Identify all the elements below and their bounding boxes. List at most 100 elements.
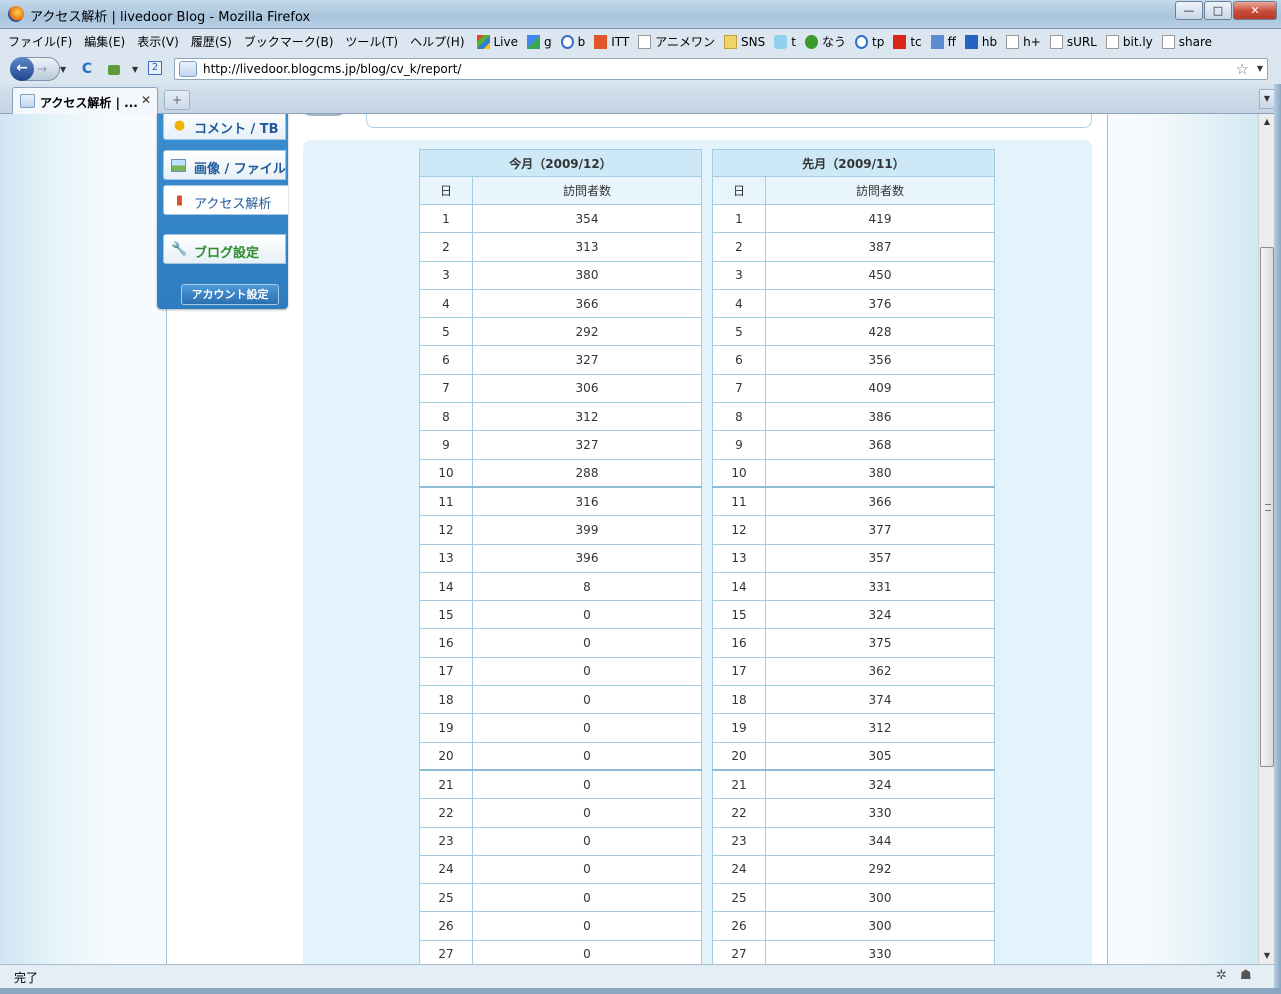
menu-history[interactable]: 履歴(S): [191, 33, 232, 50]
table-row: 15 324: [712, 600, 995, 630]
bookmark-share[interactable]: share: [1161, 34, 1212, 49]
close-window-button[interactable]: ✕: [1233, 1, 1277, 20]
menu-edit[interactable]: 編集(E): [84, 33, 125, 50]
toolbar-dropdown-icon[interactable]: ▼: [132, 65, 138, 74]
table-row: 21 0: [419, 769, 702, 800]
bookmark-star-icon[interactable]: ☆: [1236, 60, 1249, 78]
menu-bar: ファイル(F) 編集(E) 表示(V) 履歴(S) ブックマーク(B) ツール(…: [0, 29, 1281, 54]
sidebar-item-blog-settings[interactable]: 🔧 ブログ設定: [163, 234, 286, 264]
address-bar[interactable]: ☆ ▼: [174, 58, 1268, 80]
table-row: 23 0: [419, 826, 702, 856]
minimize-button[interactable]: —: [1175, 1, 1203, 20]
bookmark-t[interactable]: t: [774, 34, 796, 49]
table-title: 今月（2009/12）: [419, 149, 702, 177]
bookmark-g[interactable]: g: [527, 34, 552, 49]
bookmark-surl[interactable]: sURL: [1049, 34, 1097, 49]
table-row: 16 375: [712, 628, 995, 658]
day-cell: 9: [712, 430, 766, 460]
history-dropdown-icon[interactable]: ▼: [60, 65, 66, 74]
visitors-cell: 288: [472, 458, 702, 488]
tab-close-icon[interactable]: ✕: [141, 93, 151, 107]
day-cell: 8: [419, 402, 473, 432]
bookmark-nau[interactable]: なう: [804, 33, 846, 50]
url-dropdown-icon[interactable]: ▼: [1257, 64, 1263, 73]
back-button[interactable]: ←: [10, 57, 34, 81]
navigation-toolbar: ← → ▼ C ▼ 2 ☆ ▼: [0, 54, 1281, 84]
table-row: 9 327: [419, 430, 702, 460]
sidebar-item-access[interactable]: ▮ アクセス解析: [163, 185, 288, 215]
account-settings-button[interactable]: アカウント設定: [181, 284, 279, 305]
window-frame: [1274, 84, 1281, 994]
day-cell: 12: [419, 515, 473, 545]
menu-file[interactable]: ファイル(F): [8, 33, 72, 50]
bookmark-ff[interactable]: ff: [930, 34, 956, 49]
visitors-cell: 313: [472, 232, 702, 262]
bookmark-sns[interactable]: SNS: [724, 34, 765, 49]
visitors-cell: 0: [472, 911, 702, 941]
tab-access-report[interactable]: アクセス解析 | ... ✕: [12, 87, 158, 114]
reload-button[interactable]: C: [79, 61, 95, 77]
bookmark-bitly[interactable]: bit.ly: [1105, 34, 1153, 49]
sidebar-item-label: ブログ設定: [194, 246, 260, 261]
bookmark-b[interactable]: b: [560, 34, 585, 49]
sidebar-item-label: 画像 / ファイル: [194, 162, 286, 177]
window-titlebar[interactable]: アクセス解析 | livedoor Blog - Mozilla Firefox…: [0, 0, 1281, 29]
scroll-down-icon[interactable]: ▼: [1259, 948, 1275, 964]
bookmark-itt[interactable]: ITT: [594, 34, 629, 49]
visitors-cell: 306: [472, 373, 702, 404]
table-row: 6 356: [712, 345, 995, 375]
table-row: 24 292: [712, 854, 995, 885]
bookmark-tc[interactable]: tc: [893, 34, 922, 49]
visitors-cell: 300: [765, 911, 995, 941]
day-cell: 1: [712, 203, 766, 234]
table-row: 19 312: [712, 713, 995, 743]
visitors-cell: 374: [765, 685, 995, 715]
sidebar-item-images[interactable]: 画像 / ファイル: [163, 150, 286, 180]
sidebar-item-label: アクセス解析: [194, 197, 272, 212]
scrollbar-thumb[interactable]: [1260, 247, 1274, 767]
tab-list-dropdown-icon[interactable]: ▼: [1259, 89, 1275, 109]
bookmark-hplus[interactable]: h+: [1006, 34, 1041, 49]
addon-status-icon[interactable]: ☗: [1240, 968, 1252, 983]
bookmark-anime[interactable]: アニメワン: [638, 33, 715, 50]
visitors-cell: 386: [765, 402, 995, 432]
menu-view[interactable]: 表示(V): [137, 33, 179, 50]
new-tab-button[interactable]: +: [164, 90, 190, 110]
url-input[interactable]: [203, 61, 1223, 77]
table-row: 26 300: [712, 911, 995, 941]
day-cell: 16: [419, 628, 473, 658]
day-cell: 13: [419, 543, 473, 573]
table-row: 14 8: [419, 571, 702, 602]
page-icon: [1161, 34, 1175, 49]
menu-tools[interactable]: ツール(T): [345, 33, 398, 50]
menu-bookmarks[interactable]: ブックマーク(B): [244, 33, 334, 50]
twitter-icon: [774, 34, 788, 49]
scroll-up-icon[interactable]: ▲: [1259, 114, 1275, 130]
visitors-cell: 300: [765, 883, 995, 913]
home-button[interactable]: [106, 61, 122, 77]
table-row: 23 344: [712, 826, 995, 856]
page-icon: [638, 34, 652, 49]
firebug-icon[interactable]: ✲: [1216, 968, 1227, 983]
day-cell: 18: [419, 685, 473, 715]
visitors-cell: 368: [765, 430, 995, 460]
table-row: 16 0: [419, 628, 702, 658]
day-cell: 27: [712, 939, 766, 964]
sidebar-item-comments[interactable]: ● コメント / TB: [163, 114, 286, 140]
maximize-button[interactable]: □: [1204, 1, 1232, 20]
vertical-scrollbar[interactable]: ▲ ▼: [1258, 114, 1274, 964]
page-icon: [1105, 34, 1119, 49]
previous-rows: 1 419 2 387 3 450 4 376 5 428 6 356 7 409 8 386 9 368 10 38…: [712, 203, 995, 964]
bookmark-live[interactable]: Live: [476, 34, 518, 49]
menu-help[interactable]: ヘルプ(H): [410, 33, 464, 50]
day-cell: 21: [712, 769, 766, 800]
visitors-cell: 0: [472, 798, 702, 828]
forward-button[interactable]: →: [37, 62, 47, 76]
visitors-cell: 330: [765, 939, 995, 964]
bookmark-tp[interactable]: tp: [854, 34, 884, 49]
visitors-cell: 0: [472, 628, 702, 658]
bookmark-hb[interactable]: hb: [964, 34, 997, 49]
google-icon: [527, 34, 541, 49]
addon-icon[interactable]: 2: [148, 61, 162, 75]
day-cell: 25: [419, 883, 473, 913]
